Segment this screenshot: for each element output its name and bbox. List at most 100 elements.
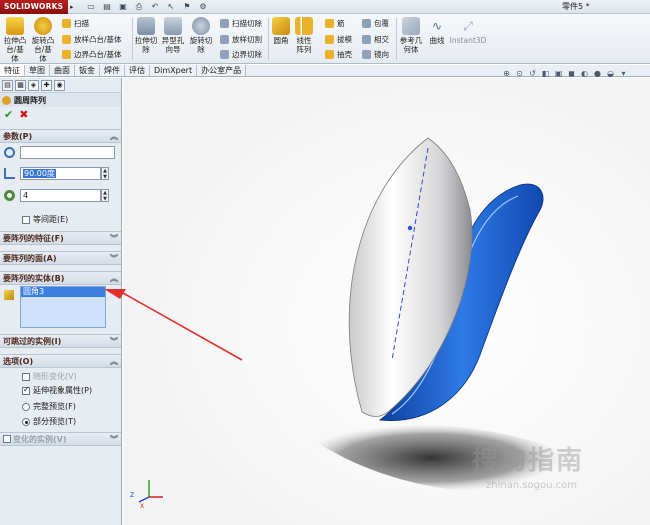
shell-button[interactable]: 抽壳 <box>325 50 352 59</box>
solidworks-logo[interactable]: SOLIDWORKS <box>0 0 68 14</box>
propagate-visual-option[interactable]: 延伸视象属性(P) <box>22 385 92 396</box>
feature-manager-tab-icon[interactable]: ▤ <box>2 80 13 91</box>
tree-item-thicken1-feature[interactable]: 加厚1 <box>134 298 174 309</box>
sweep-button[interactable]: 扫描 <box>62 19 89 28</box>
angle-spinner[interactable]: ▲ ▼ <box>101 167 109 180</box>
selected-body-item[interactable]: 圆角3 <box>21 287 105 297</box>
rebuild-icon[interactable]: ⚑ <box>182 2 192 12</box>
full-preview-radio[interactable] <box>22 402 30 411</box>
section-view-icon[interactable]: ◧ <box>541 69 550 78</box>
options-section-header[interactable]: 选项(O) ︽ <box>0 354 121 368</box>
display-style-icon[interactable]: ◼ <box>567 69 576 78</box>
tree-item-sensors[interactable]: 传感器 <box>134 178 177 189</box>
new-document-icon[interactable]: ▭ <box>86 2 96 12</box>
parameters-section-header[interactable]: 参数(P) ︽ <box>0 129 121 143</box>
tree-item-revolve1-feature[interactable]: ⊞ 旋转1 <box>134 274 174 285</box>
options-gear-icon[interactable]: ⚙ <box>198 2 208 12</box>
tree-item-sketch1[interactable]: (-) 草图1 <box>152 166 196 177</box>
tree-item-front-plane[interactable]: 前视基准面 <box>134 226 193 237</box>
tab-sheet-metal[interactable]: 钣金 <box>75 65 100 76</box>
tree-item-fillet3-feature[interactable]: 圆角3 <box>134 310 174 321</box>
tree-item-thicken1[interactable]: 加厚1 <box>144 130 176 141</box>
instant3d-button[interactable]: ⤢ Instant3D <box>449 17 487 46</box>
configuration-manager-tab-icon[interactable]: ◈ <box>28 80 39 91</box>
tab-office-products[interactable]: 办公室产品 <box>197 65 247 76</box>
instances-to-skip-header[interactable]: 可跳过的实例(I) ︾ <box>0 334 121 348</box>
geometry-pattern-checkbox[interactable] <box>22 372 30 381</box>
tree-item-top-plane[interactable]: 上视基准面 <box>134 238 193 249</box>
features-to-pattern-header[interactable]: 要阵列的特征(F) ︾ <box>0 231 121 245</box>
pattern-axis-line[interactable] <box>391 147 429 361</box>
property-manager-tab-icon[interactable]: ▦ <box>15 80 26 91</box>
loft-boss-button[interactable]: 放样凸台/基体 <box>62 35 122 44</box>
hide-show-icon[interactable]: ◐ <box>580 69 589 78</box>
angle-input[interactable]: 90.00度 <box>20 167 101 180</box>
select-icon[interactable]: ↖ <box>166 2 176 12</box>
tree-item-history[interactable]: ⊟ History <box>134 94 181 105</box>
curves-button[interactable]: ∿ 曲线 <box>427 17 447 46</box>
zoom-area-icon[interactable]: ⊙ <box>515 69 524 78</box>
equal-spacing-checkbox[interactable] <box>22 215 30 224</box>
intersect-button[interactable]: 相交 <box>362 35 389 44</box>
scene-icon[interactable]: ◒ <box>606 69 615 78</box>
ok-checkmark-icon[interactable]: ✔ <box>4 108 13 121</box>
draft-button[interactable]: 拔模 <box>325 35 352 44</box>
tab-surfaces[interactable]: 曲面 <box>50 65 75 76</box>
instances-spinner[interactable]: ▲ ▼ <box>101 189 109 202</box>
varied-instance-checkbox[interactable] <box>3 435 11 443</box>
previous-view-icon[interactable]: ↺ <box>528 69 537 78</box>
tree-item-sketch2[interactable]: (-) 草图2 <box>144 118 188 129</box>
undo-icon[interactable]: ↶ <box>150 2 160 12</box>
view-settings-icon[interactable]: ▾ <box>619 69 628 78</box>
boss-extrude-button[interactable]: 拉伸凸台/基体 <box>3 17 27 63</box>
rib-button[interactable]: 筋 <box>325 19 345 28</box>
varied-instance-header[interactable]: 变化的实例(V) ︾ <box>0 432 121 446</box>
edit-appearance-icon[interactable]: ● <box>593 69 602 78</box>
menu-arrow-icon[interactable]: ▸ <box>70 3 74 11</box>
geometry-pattern-option[interactable]: 随形变化(V) <box>22 371 77 382</box>
full-preview-option[interactable]: 完整预览(F) <box>22 401 76 412</box>
bodies-to-pattern-header[interactable]: 要阵列的实体(B) ︽ <box>0 271 121 285</box>
instances-input[interactable]: 4 <box>20 189 101 202</box>
save-icon[interactable]: ▣ <box>118 2 128 12</box>
revolved-cut-button[interactable]: 旋转切除 <box>189 17 213 54</box>
tab-evaluate[interactable]: 评估 <box>125 65 150 76</box>
tree-item-solid-bodies[interactable]: ⊞ 实体(2) <box>134 202 180 213</box>
tree-root-part[interactable]: ⊟ 零件5 (默认<<默认>_... <box>124 82 234 93</box>
tree-item-fillet3[interactable]: 圆角3 <box>144 106 176 117</box>
extruded-cut-button[interactable]: 拉伸切除 <box>134 17 158 54</box>
mirror-button[interactable]: 镜向 <box>362 50 389 59</box>
tab-sketch[interactable]: 草图 <box>25 65 50 76</box>
view-orientation-icon[interactable]: ▣ <box>554 69 563 78</box>
display-manager-tab-icon[interactable]: ◉ <box>54 80 65 91</box>
faces-to-pattern-header[interactable]: 要阵列的面(A) ︾ <box>0 251 121 265</box>
tree-item-surface-revolve1-feature[interactable]: ⊞ 曲面-旋转1 <box>134 286 193 297</box>
fillet-button[interactable]: 圆角 <box>271 17 291 45</box>
pattern-axis-field[interactable] <box>20 146 115 159</box>
equal-spacing-option[interactable]: 等间距(E) <box>22 214 68 225</box>
swept-cut-button[interactable]: 扫描切除 <box>220 19 262 28</box>
tree-item-surface-revolve1[interactable]: ⊞ 曲面-旋转1 <box>144 142 203 153</box>
reference-geometry-button[interactable]: 参考几何体 <box>398 17 424 54</box>
tab-dimxpert[interactable]: DimXpert <box>150 65 198 76</box>
zoom-fit-icon[interactable]: ⊕ <box>502 69 511 78</box>
print-icon[interactable]: ⎙ <box>134 2 144 12</box>
hole-wizard-button[interactable]: 异型孔向导 <box>161 17 185 54</box>
boundary-boss-button[interactable]: 边界凸台/基体 <box>62 50 122 59</box>
partial-preview-radio[interactable] <box>22 417 30 426</box>
blue-patterned-body[interactable] <box>378 183 544 421</box>
open-folder-icon[interactable]: ▤ <box>102 2 112 12</box>
revolve-boss-button[interactable]: 旋转凸台/基体 <box>31 17 55 63</box>
bodies-selection-list[interactable]: 圆角3 <box>20 286 106 328</box>
tree-item-revolve1[interactable]: ⊞ 旋转1 <box>144 154 184 165</box>
boundary-cut-button[interactable]: 边界切除 <box>220 50 262 59</box>
tree-item-origin[interactable]: 原点 <box>134 262 169 273</box>
dimxpert-manager-tab-icon[interactable]: ✚ <box>41 80 52 91</box>
tab-weldments[interactable]: 焊件 <box>100 65 125 76</box>
tree-item-annotations[interactable]: ⊞ 注解 <box>134 190 169 201</box>
tab-features[interactable]: 特征 <box>0 65 25 76</box>
cancel-x-icon[interactable]: ✖ <box>19 108 28 121</box>
propagate-visual-checkbox[interactable] <box>22 385 30 395</box>
leaf-surface-body[interactable] <box>348 137 473 417</box>
tree-item-right-plane[interactable]: 右视基准面 <box>134 250 193 261</box>
